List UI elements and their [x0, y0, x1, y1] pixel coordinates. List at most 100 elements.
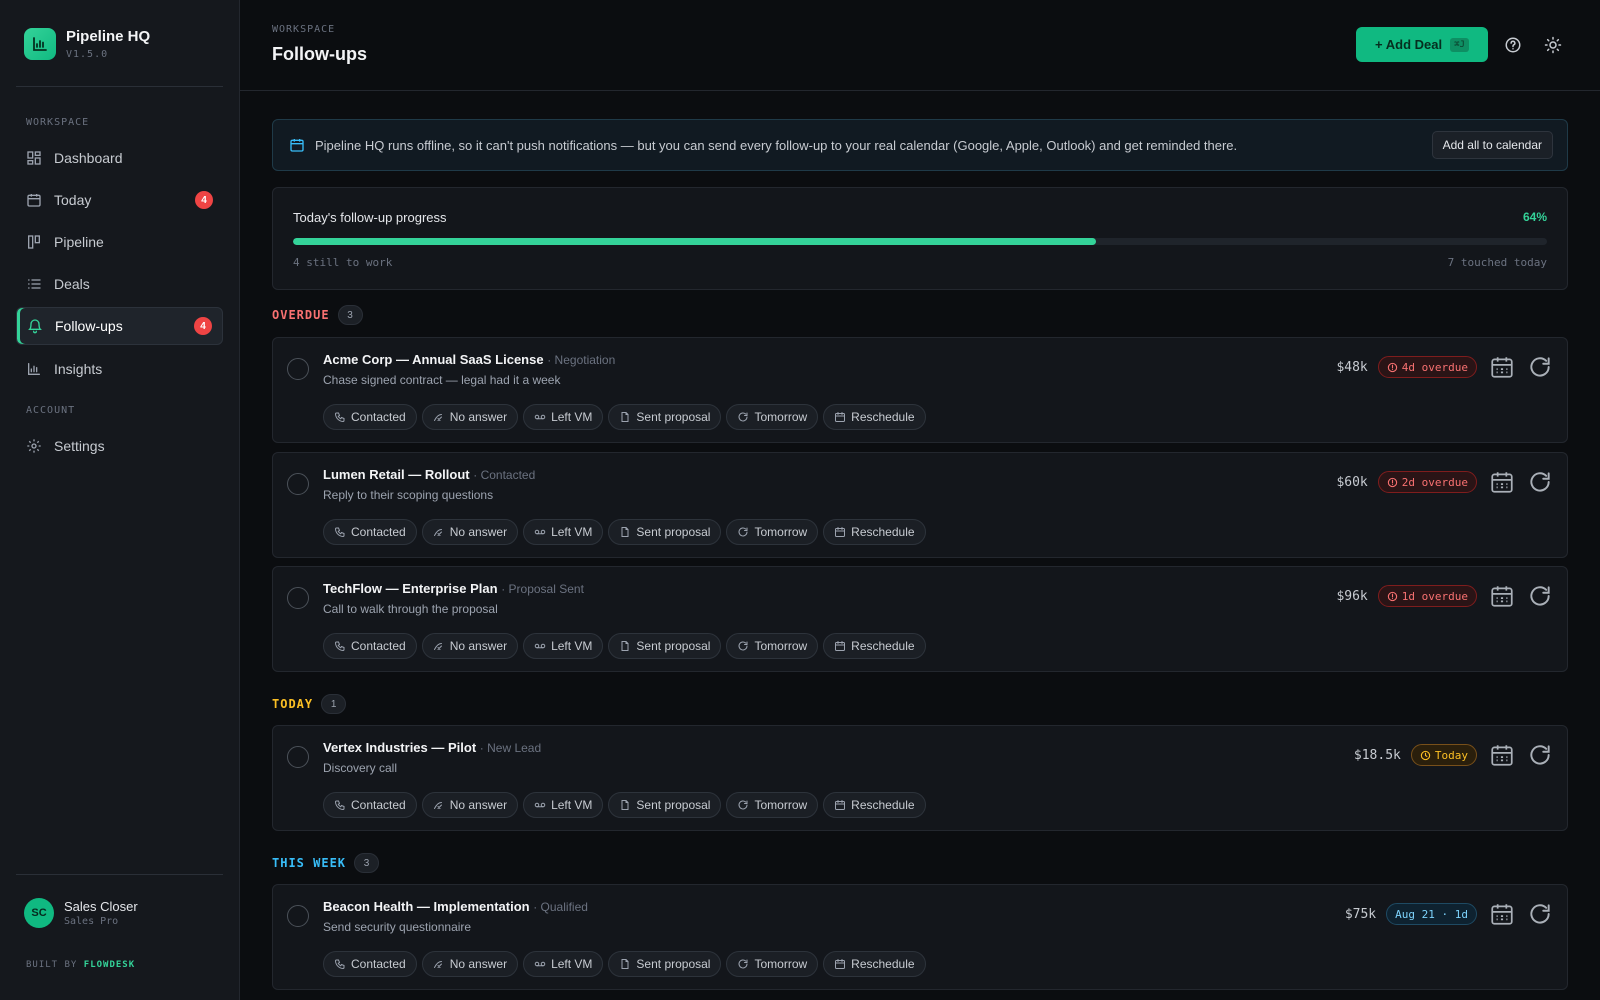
user-plan: Sales Pro: [64, 916, 119, 927]
deal-stage: · Qualified: [533, 900, 588, 914]
follow-up-card[interactable]: Acme Corp — Annual SaaS License · Negoti…: [272, 337, 1568, 443]
follow-up-card[interactable]: Lumen Retail — Rollout · Contacted Reply…: [272, 452, 1568, 558]
add-to-calendar-icon[interactable]: [1489, 583, 1515, 609]
sidebar-item-deals[interactable]: Deals: [16, 265, 223, 303]
contacted-button[interactable]: Contacted: [323, 951, 417, 977]
snooze-refresh-icon[interactable]: [1527, 901, 1553, 927]
chip-label: Contacted: [351, 798, 406, 812]
clock-icon: [1420, 750, 1431, 761]
chip-label: Contacted: [351, 525, 406, 539]
tomorrow-button[interactable]: Tomorrow: [726, 951, 819, 977]
complete-checkbox[interactable]: [287, 358, 309, 380]
sidebar-item-insights[interactable]: Insights: [16, 350, 223, 388]
tomorrow-button[interactable]: Tomorrow: [726, 792, 819, 818]
deal-name[interactable]: Beacon Health — Implementation: [323, 899, 530, 914]
avatar: SC: [24, 898, 54, 928]
no-answer-button[interactable]: No answer: [421, 792, 519, 818]
reschedule-button[interactable]: Reschedule: [823, 951, 926, 977]
chip-label: No answer: [449, 957, 508, 971]
snooze-refresh-icon[interactable]: [1527, 742, 1553, 768]
follow-up-card[interactable]: Beacon Health — Implementation · Qualifi…: [272, 884, 1568, 990]
list-icon: [26, 276, 42, 292]
no-answer-button[interactable]: No answer: [421, 951, 519, 977]
theme-toggle-icon[interactable]: [1544, 36, 1562, 54]
complete-checkbox[interactable]: [287, 746, 309, 768]
add-deal-button[interactable]: + Add Deal ⌘J: [1356, 27, 1488, 62]
sidebar-item-settings[interactable]: Settings: [16, 427, 223, 465]
progress-card: Today's follow-up progress 64% 4 still t…: [272, 187, 1568, 290]
contacted-button[interactable]: Contacted: [323, 404, 417, 430]
group-label: TODAY: [272, 697, 314, 711]
tomorrow-button[interactable]: Tomorrow: [726, 404, 819, 430]
add-all-to-calendar-button[interactable]: Add all to calendar: [1431, 131, 1553, 159]
follow-up-card[interactable]: TechFlow — Enterprise Plan · Proposal Se…: [272, 566, 1568, 672]
left-vm-button[interactable]: Left VM: [523, 792, 604, 818]
chip-label: Tomorrow: [754, 639, 808, 653]
sent-proposal-button[interactable]: Sent proposal: [608, 792, 722, 818]
group-label: THIS WEEK: [272, 856, 347, 870]
complete-checkbox[interactable]: [287, 587, 309, 609]
snooze-refresh-icon[interactable]: [1527, 469, 1553, 495]
contacted-button[interactable]: Contacted: [323, 633, 417, 659]
help-icon[interactable]: [1504, 36, 1522, 54]
tomorrow-button[interactable]: Tomorrow: [726, 519, 819, 545]
sidebar-item-label: Insights: [54, 361, 103, 377]
due-status-badge: Aug 21 · 1d: [1386, 903, 1477, 925]
reschedule-button[interactable]: Reschedule: [823, 519, 926, 545]
sent-proposal-button[interactable]: Sent proposal: [608, 951, 722, 977]
deal-amount: $75k: [1344, 906, 1377, 922]
add-to-calendar-icon[interactable]: [1489, 901, 1515, 927]
deal-name[interactable]: Vertex Industries — Pilot: [323, 740, 476, 755]
no-answer-button[interactable]: No answer: [421, 633, 519, 659]
add-to-calendar-icon[interactable]: [1489, 354, 1515, 380]
left-vm-button[interactable]: Left VM: [523, 951, 604, 977]
complete-checkbox[interactable]: [287, 473, 309, 495]
sidebar-item-today[interactable]: Today 4: [16, 181, 223, 219]
due-status-label: 4d overdue: [1401, 360, 1468, 374]
follow-up-meta: $60k 2d overdue: [1336, 469, 1553, 495]
left-vm-button[interactable]: Left VM: [523, 404, 604, 430]
sidebar-item-pipeline[interactable]: Pipeline: [16, 223, 223, 261]
left-vm-button[interactable]: Left VM: [523, 633, 604, 659]
shortcut-hint: ⌘J: [1450, 37, 1469, 52]
add-to-calendar-icon[interactable]: [1489, 469, 1515, 495]
snooze-refresh-icon[interactable]: [1527, 354, 1553, 380]
reschedule-button[interactable]: Reschedule: [823, 792, 926, 818]
no-answer-button[interactable]: No answer: [421, 404, 519, 430]
chip-label: Sent proposal: [636, 957, 711, 971]
sidebar-item-label: Settings: [54, 438, 105, 454]
no-answer-button[interactable]: No answer: [421, 519, 519, 545]
due-status-label: Aug 21 · 1d: [1395, 907, 1468, 921]
sidebar-item-follow-ups[interactable]: Follow-ups 4: [16, 307, 223, 345]
complete-checkbox[interactable]: [287, 905, 309, 927]
deal-amount: $96k: [1336, 588, 1368, 604]
reschedule-button[interactable]: Reschedule: [823, 633, 926, 659]
left-vm-button[interactable]: Left VM: [523, 519, 604, 545]
user-profile[interactable]: SC Sales Closer Sales Pro: [24, 898, 138, 928]
deal-name[interactable]: TechFlow — Enterprise Plan: [323, 581, 498, 596]
quick-actions: Contacted No answer Left VM Sent proposal To…: [323, 951, 931, 977]
group-label: OVERDUE: [272, 308, 330, 322]
sent-proposal-button[interactable]: Sent proposal: [608, 519, 722, 545]
deal-name[interactable]: Lumen Retail — Rollout: [323, 467, 470, 482]
sent-proposal-button[interactable]: Sent proposal: [608, 404, 722, 430]
refresh-icon: [737, 526, 749, 538]
chip-label: Tomorrow: [754, 798, 808, 812]
tomorrow-button[interactable]: Tomorrow: [726, 633, 819, 659]
chip-label: Sent proposal: [636, 410, 711, 424]
sent-proposal-button[interactable]: Sent proposal: [608, 633, 722, 659]
phone-icon: [334, 640, 346, 652]
reschedule-button[interactable]: Reschedule: [823, 404, 926, 430]
contacted-button[interactable]: Contacted: [323, 519, 417, 545]
follow-up-card[interactable]: Vertex Industries — Pilot · New Lead Dis…: [272, 725, 1568, 831]
deal-name[interactable]: Acme Corp — Annual SaaS License: [323, 352, 544, 367]
sidebar-item-dashboard[interactable]: Dashboard: [16, 139, 223, 177]
chip-label: Reschedule: [851, 639, 915, 653]
phone-icon: [334, 411, 346, 423]
logo-icon: [24, 28, 56, 60]
snooze-refresh-icon[interactable]: [1527, 583, 1553, 609]
built-by-link[interactable]: FLOWDESK: [84, 960, 135, 970]
brand[interactable]: Pipeline HQ V1.5.0: [24, 28, 150, 60]
contacted-button[interactable]: Contacted: [323, 792, 417, 818]
add-to-calendar-icon[interactable]: [1489, 742, 1515, 768]
